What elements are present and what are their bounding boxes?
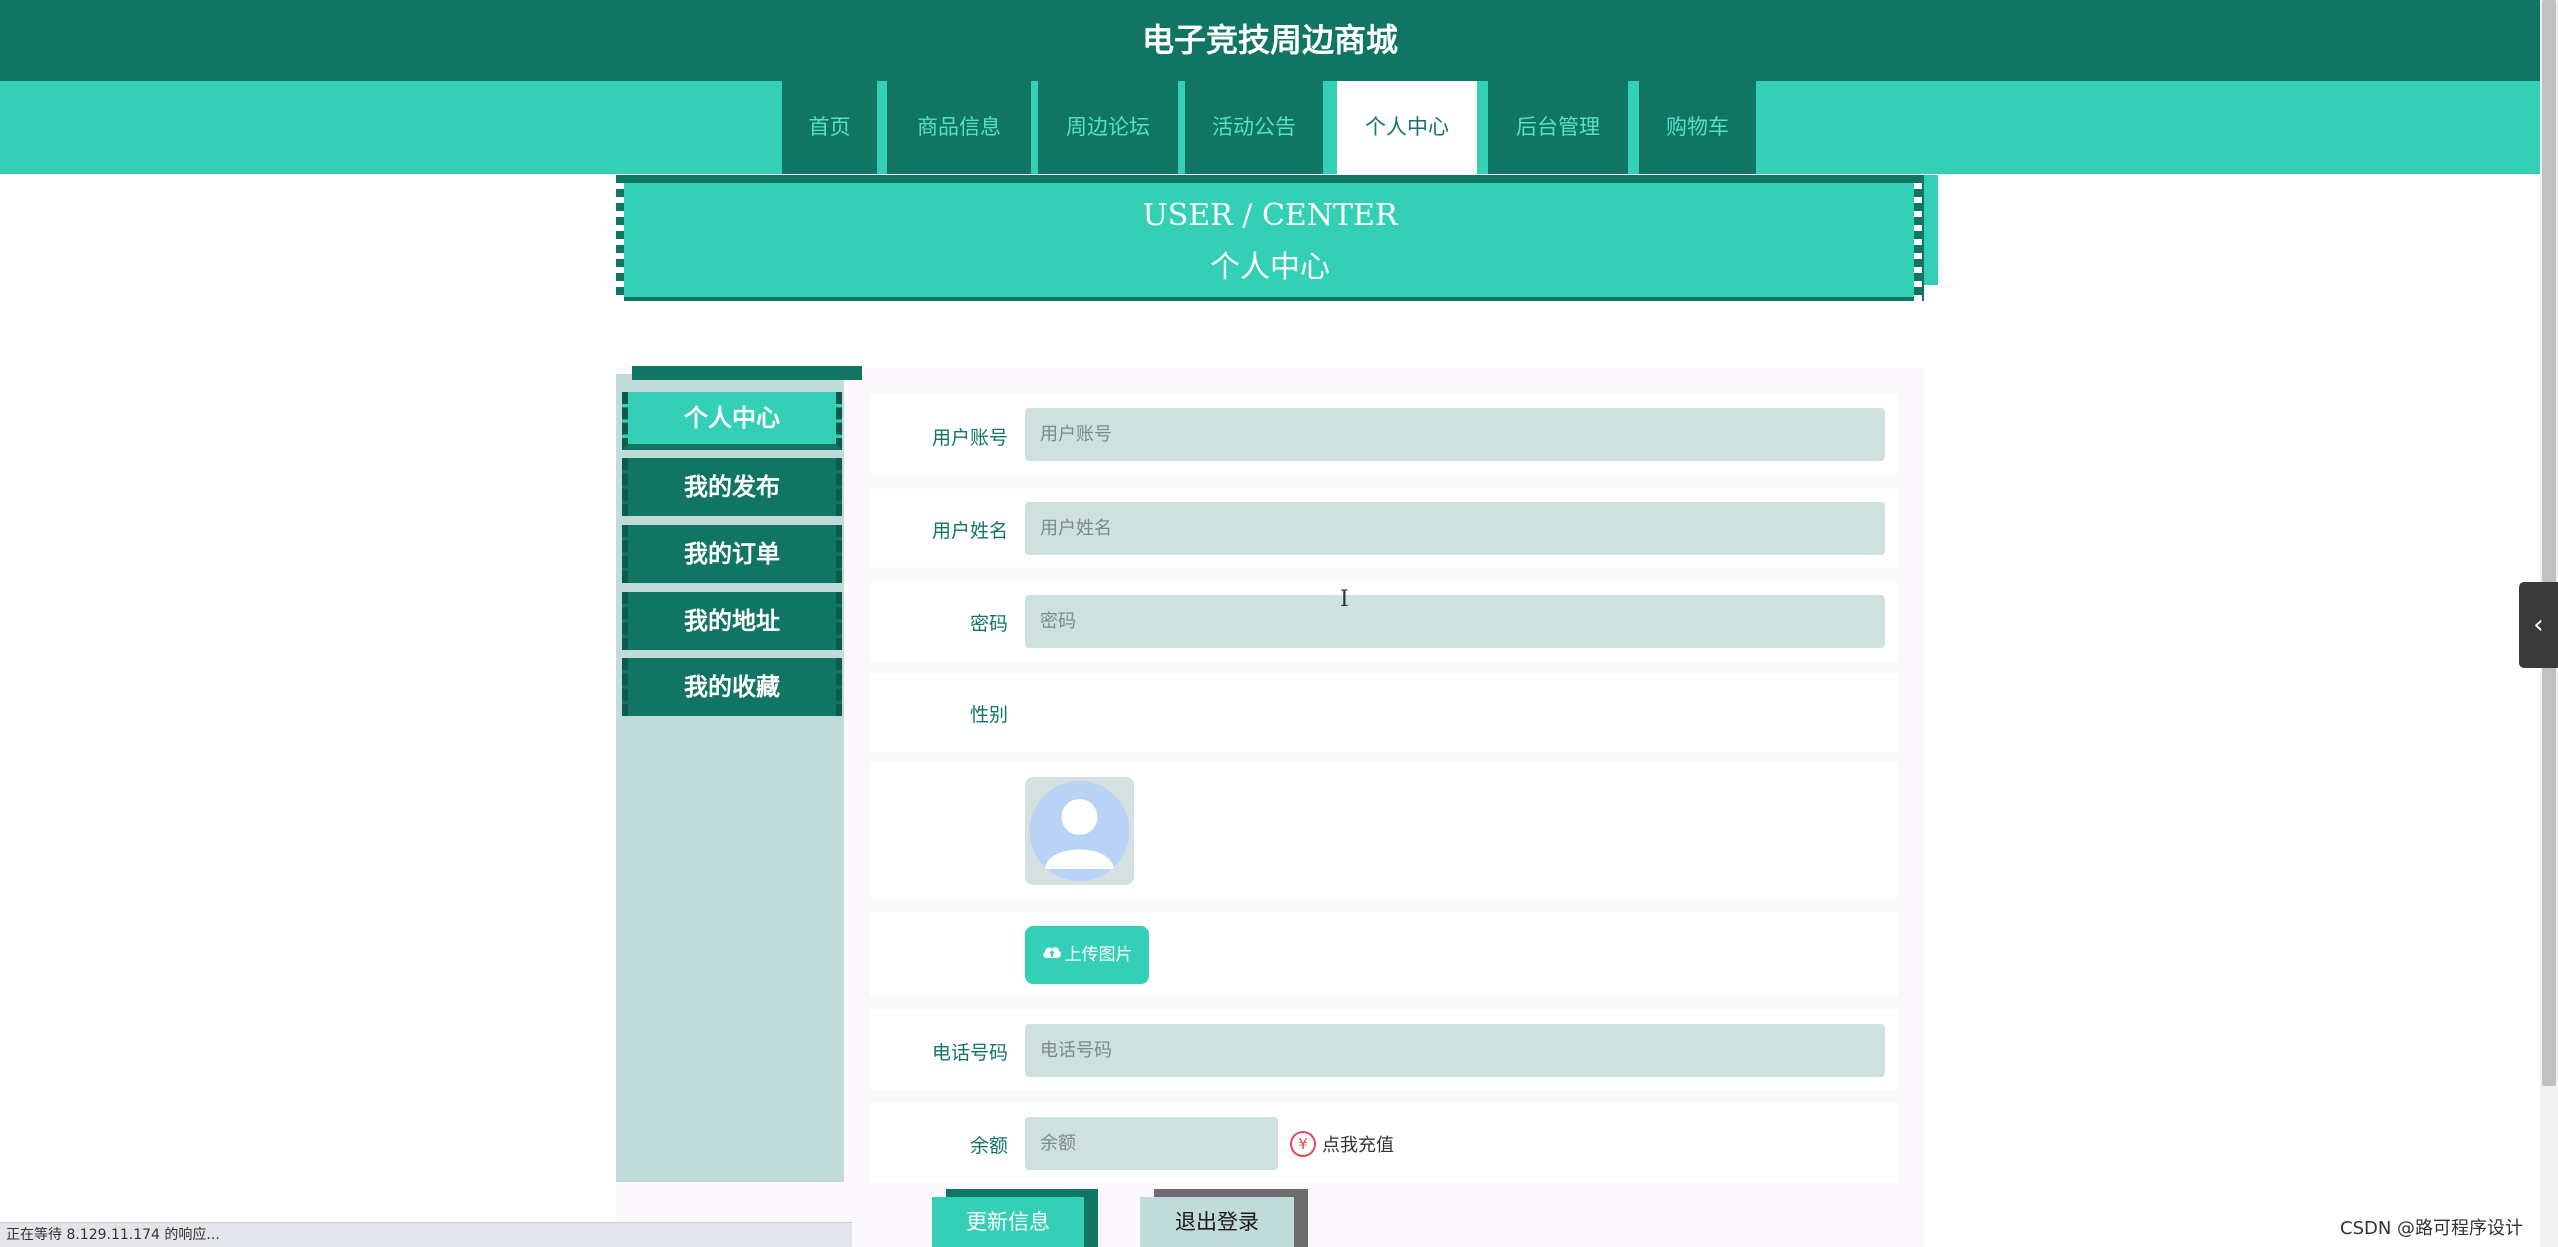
main-nav: 首页 商品信息 周边论坛 活动公告 个人中心 后台管理 购物车: [0, 81, 2540, 174]
nav-item-products[interactable]: 商品信息: [887, 81, 1031, 174]
page: 电子竞技周边商城 首页 商品信息 周边论坛 活动公告 个人中心 后台管理 购物车…: [0, 0, 2558, 1247]
nav-item-forum[interactable]: 周边论坛: [1038, 81, 1178, 174]
recharge-label: 点我充值: [1322, 1135, 1394, 1156]
upload-image-button[interactable]: 上传图片: [1025, 926, 1149, 984]
sidebar-item-my-favorites[interactable]: 我的收藏: [622, 658, 842, 716]
update-info-button[interactable]: 更新信息: [932, 1197, 1084, 1247]
nav-item-admin[interactable]: 后台管理: [1488, 81, 1628, 174]
upload-image-label: 上传图片: [1064, 945, 1133, 965]
browser-status-bar: 正在等待 8.129.11.174 的响应...: [0, 1222, 852, 1247]
user-avatar-icon: [1025, 777, 1134, 885]
recharge-link[interactable]: ¥ 点我充值: [1290, 1128, 1394, 1160]
realname-field[interactable]: 用户姓名: [1025, 502, 1885, 555]
phone-field[interactable]: 电话号码: [1025, 1024, 1885, 1077]
banner-shadow: [1924, 175, 1938, 285]
gender-label: 性别: [969, 704, 1008, 726]
balance-label: 余额: [969, 1135, 1008, 1157]
username-field[interactable]: 用户账号: [1025, 408, 1885, 461]
balance-field[interactable]: 余额: [1025, 1117, 1278, 1170]
sidebar-item-my-posts[interactable]: 我的发布: [622, 458, 842, 516]
site-title: 电子竞技周边商城: [1141, 21, 1398, 59]
text-cursor-icon: I: [1340, 587, 1349, 612]
nav-item-announcements[interactable]: 活动公告: [1185, 81, 1323, 174]
sidebar-header-bar: [632, 366, 862, 380]
sidebar-item-my-addresses[interactable]: 我的地址: [622, 592, 842, 650]
scrollbar-thumb[interactable]: [2542, 0, 2556, 1086]
watermark: CSDN @路可程序设计: [2340, 1218, 2524, 1239]
nav-item-user-center[interactable]: 个人中心: [1337, 81, 1477, 174]
banner-title-cn: 个人中心: [1210, 250, 1330, 285]
sidebar-item-user-center[interactable]: 个人中心: [622, 392, 842, 450]
phone-label: 电话号码: [931, 1042, 1008, 1064]
realname-label: 用户姓名: [931, 520, 1008, 542]
nav-item-cart[interactable]: 购物车: [1639, 81, 1756, 174]
form-row-gender: [870, 674, 1898, 752]
cloud-upload-icon: [1042, 926, 1062, 984]
nav-item-home[interactable]: 首页: [782, 81, 877, 174]
logout-button[interactable]: 退出登录: [1140, 1197, 1294, 1247]
banner-title-en: USER / CENTER: [1142, 198, 1398, 233]
yen-icon: ¥: [1290, 1131, 1316, 1157]
chevron-left-icon[interactable]: ‹: [2519, 582, 2558, 668]
password-field[interactable]: 密码: [1025, 595, 1885, 648]
username-label: 用户账号: [931, 427, 1008, 449]
password-label: 密码: [969, 613, 1008, 635]
sidebar-item-my-orders[interactable]: 我的订单: [622, 525, 842, 583]
